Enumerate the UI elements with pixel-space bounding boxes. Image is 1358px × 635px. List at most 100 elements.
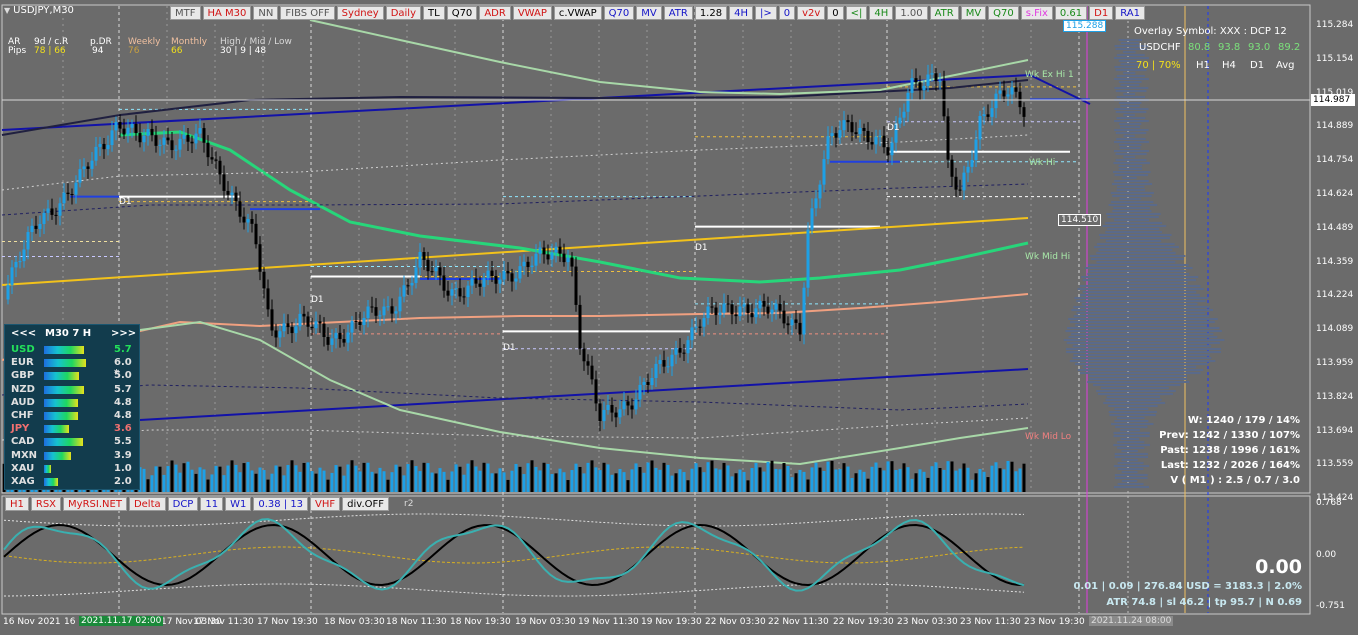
time-tick: 17 Nov 19:30	[257, 617, 318, 627]
subtoolbar-button[interactable]: H1	[5, 497, 29, 511]
volume-bar	[1018, 468, 1022, 492]
sub-axis-high: 0.768	[1316, 498, 1342, 508]
candle-body	[482, 278, 486, 287]
volume-bar	[598, 470, 602, 492]
toolbar-button[interactable]: 0	[827, 6, 844, 20]
chart-canvas[interactable]	[0, 0, 1358, 635]
candle-body	[926, 74, 930, 86]
candle-body	[94, 146, 98, 161]
volume-bar	[878, 467, 882, 492]
candle-body	[286, 323, 290, 328]
subtoolbar-button[interactable]: Delta	[128, 497, 166, 511]
candle-body	[974, 139, 978, 160]
subtoolbar-button[interactable]: 0.38 | 13	[253, 497, 309, 511]
toolbar-button[interactable]: |>	[754, 6, 777, 20]
candle-body	[362, 317, 366, 326]
strength-next-button[interactable]: >>>	[111, 328, 136, 339]
candle-body	[538, 247, 542, 254]
strength-prev-button[interactable]: <<<	[11, 328, 36, 339]
candle-body	[22, 249, 26, 262]
toolbar-button[interactable]: MV	[960, 6, 987, 20]
volume-bar	[514, 463, 518, 492]
strength-value: 3.9	[114, 449, 132, 461]
volume-bar	[882, 470, 886, 492]
toolbar-button[interactable]: MTF	[170, 6, 201, 20]
volume-bar	[838, 469, 842, 492]
toolbar-button[interactable]: 4H	[729, 6, 753, 20]
strength-value: 5.0	[114, 370, 132, 382]
toolbar-button[interactable]: D1	[1089, 6, 1114, 20]
candle-body	[270, 309, 274, 331]
toolbar-button[interactable]: Q70	[603, 6, 635, 20]
candle-body	[650, 378, 654, 386]
candle-body	[550, 252, 554, 260]
toolbar-button[interactable]: VWAP	[512, 6, 552, 20]
volume-bar	[182, 463, 186, 492]
subtoolbar-button[interactable]: div.OFF	[342, 497, 389, 511]
strength-currency: NZD	[11, 383, 35, 395]
candle-body	[878, 135, 882, 137]
time-tick: 22 Nov 19:30	[833, 617, 894, 627]
toolbar-button[interactable]: Q70	[446, 6, 478, 20]
strength-bar	[44, 412, 78, 420]
toolbar-button[interactable]: Q70	[988, 6, 1019, 20]
candle-body	[6, 284, 10, 300]
toolbar-button[interactable]: ADR	[479, 6, 511, 20]
toolbar-button[interactable]: v2v	[797, 6, 826, 20]
sub-readout-line2: ATR 74.8 | sl 46.2 | tp 95.7 | N 0.69	[1106, 597, 1302, 608]
volume-bar	[454, 464, 458, 492]
candle-body	[630, 405, 634, 410]
subtoolbar-button[interactable]: DCP	[167, 497, 199, 511]
candle-body	[746, 304, 750, 314]
candle-body	[102, 143, 106, 150]
candle-body	[946, 116, 950, 160]
strength-value: 3.6	[114, 423, 132, 435]
volume-bar	[314, 473, 318, 492]
strength-currency: JPY	[11, 423, 30, 435]
toolbar-button[interactable]: RA1	[1115, 6, 1145, 20]
subtoolbar-button[interactable]: RSX	[30, 497, 62, 511]
toolbar-button[interactable]: HA M30	[202, 6, 252, 20]
volume-bar	[846, 466, 850, 492]
candle-body	[502, 270, 506, 280]
time-tick: 18 Nov 03:30	[324, 617, 385, 627]
volume-bar	[978, 468, 982, 492]
toolbar-button[interactable]: ATR	[929, 6, 959, 20]
candle-body	[594, 379, 598, 404]
volume-bar	[422, 462, 426, 492]
toolbar-button[interactable]: 0	[778, 6, 796, 20]
candle-body	[598, 403, 602, 422]
price-tick: 114.754	[1316, 155, 1354, 166]
volume-bar	[918, 469, 922, 492]
subtoolbar-button[interactable]: MyRSI.NET	[63, 497, 127, 511]
toolbar-button[interactable]: ATR	[663, 6, 693, 20]
toolbar-button[interactable]: <|	[845, 6, 868, 20]
candle-body	[282, 323, 286, 332]
chart-dropdown-icon[interactable]: ▼	[4, 6, 10, 15]
time-tick: 19 Nov 19:30	[641, 617, 702, 627]
volume-bar	[246, 462, 250, 492]
toolbar-button[interactable]: c.VWAP	[553, 6, 602, 20]
toolbar-button[interactable]: 4H	[869, 6, 894, 20]
toolbar-button[interactable]: 1.00	[895, 6, 928, 20]
subtoolbar-button[interactable]: W1	[225, 497, 252, 511]
volume-bar	[866, 478, 870, 492]
toolbar-button[interactable]: 0.61	[1054, 6, 1088, 20]
candle-body	[626, 401, 630, 406]
toolbar-button[interactable]: Daily	[385, 6, 422, 20]
toolbar-button[interactable]: TL	[423, 6, 445, 20]
volume-bar	[378, 467, 382, 492]
candle-body	[210, 157, 214, 160]
toolbar-button[interactable]: Sydney	[336, 6, 384, 20]
candle-body	[130, 123, 134, 128]
toolbar-button[interactable]: s.Fix	[1020, 6, 1053, 20]
subtoolbar-button[interactable]: 11	[200, 497, 224, 511]
subtoolbar-button[interactable]: VHF	[310, 497, 341, 511]
toolbar-button[interactable]: 1.28	[694, 6, 728, 20]
volume-bar	[218, 466, 222, 492]
volume-bar	[974, 473, 978, 492]
time-tick: 22 Nov 11:30	[768, 617, 829, 627]
toolbar-button[interactable]: NN	[253, 6, 279, 20]
toolbar-button[interactable]: FIBS OFF	[280, 6, 335, 20]
toolbar-button[interactable]: MV	[636, 6, 662, 20]
